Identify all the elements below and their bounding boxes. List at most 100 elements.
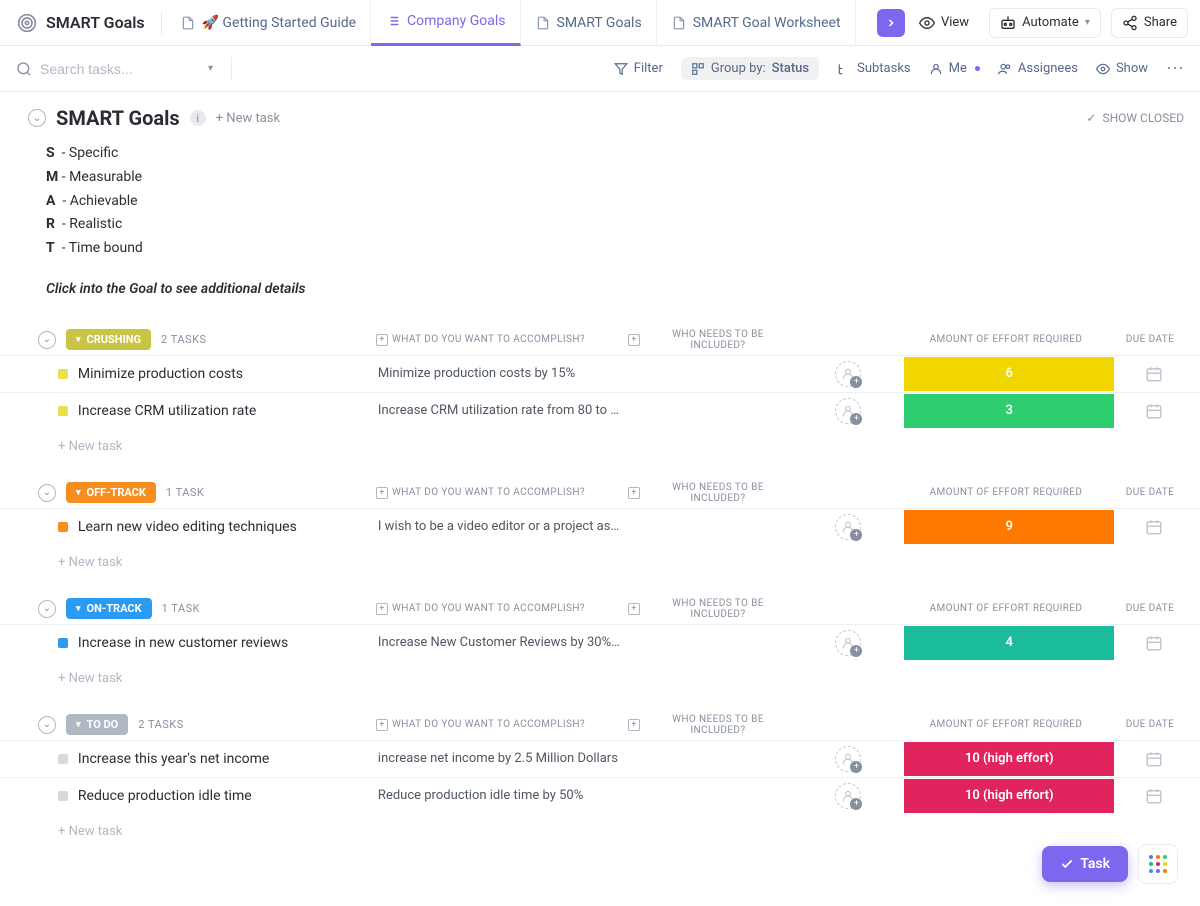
effort-cell[interactable]: 3	[904, 394, 1114, 428]
column-header-accomplish[interactable]: +WHAT DO YOU WANT TO ACCOMPLISH?	[376, 487, 620, 499]
effort-cell[interactable]: 4	[904, 626, 1114, 660]
status-indicator[interactable]	[58, 522, 68, 532]
due-date-cell[interactable]	[1124, 634, 1184, 652]
add-assignee-button[interactable]: +	[835, 361, 861, 387]
assignee-cell[interactable]: +	[803, 361, 894, 387]
assignee-cell[interactable]: +	[803, 746, 894, 772]
column-header-effort[interactable]: AMOUNT OF EFFORT REQUIRED	[900, 603, 1112, 614]
show-button[interactable]: Show	[1096, 61, 1148, 76]
search-field[interactable]: ▾	[16, 61, 213, 77]
status-indicator[interactable]	[58, 369, 68, 379]
assignee-cell[interactable]: +	[803, 514, 894, 540]
new-task-fab[interactable]: Task	[1042, 846, 1128, 882]
due-date-cell[interactable]	[1124, 750, 1184, 768]
add-assignee-button[interactable]: +	[835, 630, 861, 656]
task-accomplish-cell[interactable]: I wish to be a video editor or a project…	[378, 519, 620, 534]
task-row[interactable]: Increase this year's net income increase …	[0, 740, 1200, 777]
column-header-accomplish[interactable]: +WHAT DO YOU WANT TO ACCOMPLISH?	[376, 334, 620, 346]
task-row[interactable]: Increase CRM utilization rate Increase CR…	[0, 392, 1200, 429]
task-name[interactable]: Reduce production idle time	[78, 788, 368, 804]
column-header-accomplish[interactable]: +WHAT DO YOU WANT TO ACCOMPLISH?	[376, 603, 620, 615]
assignee-cell[interactable]: +	[803, 398, 894, 424]
assignee-cell[interactable]: +	[803, 783, 894, 809]
collapse-group-button[interactable]: ⌄	[38, 484, 56, 502]
add-assignee-button[interactable]: +	[835, 783, 861, 809]
effort-cell[interactable]: 10 (high effort)	[904, 742, 1114, 776]
tab-company-goals[interactable]: Company Goals	[371, 0, 520, 46]
status-pill[interactable]: ▾TO DO	[66, 714, 128, 735]
tab-getting-started[interactable]: 🚀 Getting Started Guide	[166, 0, 371, 46]
status-pill[interactable]: ▾ON-TRACK	[66, 598, 152, 619]
column-header-included[interactable]: +WHO NEEDS TO BE INCLUDED?	[628, 714, 792, 736]
due-date-cell[interactable]	[1124, 518, 1184, 536]
task-accomplish-cell[interactable]: Increase CRM utilization rate from 80 to…	[378, 403, 620, 418]
column-header-due[interactable]: DUE DATE	[1120, 719, 1180, 730]
assignee-cell[interactable]: +	[803, 630, 894, 656]
add-assignee-button[interactable]: +	[835, 746, 861, 772]
task-accomplish-cell[interactable]: Reduce production idle time by 50%	[378, 788, 620, 803]
due-date-cell[interactable]	[1124, 787, 1184, 805]
group-by-button[interactable]: Group by: Status	[681, 57, 819, 80]
task-name[interactable]: Increase this year's net income	[78, 751, 368, 767]
due-date-cell[interactable]	[1124, 402, 1184, 420]
search-input[interactable]	[40, 61, 200, 77]
add-assignee-button[interactable]: +	[835, 514, 861, 540]
task-name[interactable]: Increase CRM utilization rate	[78, 403, 368, 419]
column-header-due[interactable]: DUE DATE	[1120, 487, 1180, 498]
add-task-inline[interactable]: + New task	[0, 814, 1200, 839]
effort-cell[interactable]: 9	[904, 510, 1114, 544]
status-pill[interactable]: ▾OFF-TRACK	[66, 482, 156, 503]
column-header-due[interactable]: DUE DATE	[1120, 603, 1180, 614]
effort-cell[interactable]: 10 (high effort)	[904, 779, 1114, 813]
add-task-inline[interactable]: + New task	[0, 429, 1200, 454]
column-header-effort[interactable]: AMOUNT OF EFFORT REQUIRED	[900, 719, 1112, 730]
task-accomplish-cell[interactable]: Increase New Customer Reviews by 30% Yea…	[378, 635, 620, 650]
info-icon[interactable]: i	[190, 110, 206, 126]
apps-fab[interactable]	[1138, 844, 1178, 884]
column-header-effort[interactable]: AMOUNT OF EFFORT REQUIRED	[900, 487, 1112, 498]
due-date-cell[interactable]	[1124, 365, 1184, 383]
automate-button[interactable]: Automate ▾	[989, 8, 1101, 38]
add-assignee-button[interactable]: +	[835, 398, 861, 424]
add-task-inline[interactable]: + New task	[0, 545, 1200, 570]
collapse-group-button[interactable]: ⌄	[38, 716, 56, 734]
status-indicator[interactable]	[58, 406, 68, 416]
collapse-group-button[interactable]: ⌄	[38, 331, 56, 349]
status-indicator[interactable]	[58, 754, 68, 764]
tab-goal-effort[interactable]: Goal Effort	[856, 0, 869, 46]
task-name[interactable]: Increase in new customer reviews	[78, 635, 368, 651]
add-task-inline[interactable]: + New task	[0, 661, 1200, 686]
more-options-button[interactable]: ⋯	[1166, 58, 1184, 79]
tab-smart-goals[interactable]: SMART Goals	[521, 0, 657, 46]
column-header-included[interactable]: +WHO NEEDS TO BE INCLUDED?	[628, 329, 792, 351]
task-accomplish-cell[interactable]: increase net income by 2.5 Million Dolla…	[378, 751, 620, 766]
task-row[interactable]: Increase in new customer reviews Increase…	[0, 624, 1200, 661]
task-row[interactable]: Reduce production idle time Reduce produc…	[0, 777, 1200, 814]
assignees-button[interactable]: Assignees	[998, 61, 1078, 76]
search-chevron-icon[interactable]: ▾	[208, 63, 213, 74]
column-header-included[interactable]: +WHO NEEDS TO BE INCLUDED?	[628, 598, 792, 620]
view-button[interactable]: View	[909, 9, 979, 37]
scroll-tabs-right-button[interactable]	[877, 9, 905, 37]
column-header-due[interactable]: DUE DATE	[1120, 334, 1180, 345]
show-closed-button[interactable]: ✓ SHOW CLOSED	[1086, 111, 1184, 125]
task-name[interactable]: Minimize production costs	[78, 366, 368, 382]
column-header-accomplish[interactable]: +WHAT DO YOU WANT TO ACCOMPLISH?	[376, 719, 620, 731]
task-row[interactable]: Minimize production costs Minimize produc…	[0, 355, 1200, 392]
collapse-section-button[interactable]: ⌄	[28, 109, 46, 127]
tab-smart-goal-worksheet[interactable]: SMART Goal Worksheet	[657, 0, 856, 46]
column-header-included[interactable]: +WHO NEEDS TO BE INCLUDED?	[628, 482, 792, 504]
status-pill[interactable]: ▾CRUSHING	[66, 329, 151, 350]
share-button[interactable]: Share	[1111, 8, 1188, 38]
subtasks-button[interactable]: Subtasks	[837, 61, 911, 76]
collapse-group-button[interactable]: ⌄	[38, 600, 56, 618]
task-accomplish-cell[interactable]: Minimize production costs by 15%	[378, 366, 620, 381]
filter-button[interactable]: Filter	[614, 61, 663, 76]
column-header-effort[interactable]: AMOUNT OF EFFORT REQUIRED	[900, 334, 1112, 345]
new-task-link[interactable]: + New task	[216, 111, 280, 126]
status-indicator[interactable]	[58, 791, 68, 801]
task-row[interactable]: Learn new video editing techniquesI wish…	[0, 508, 1200, 545]
status-indicator[interactable]	[58, 638, 68, 648]
effort-cell[interactable]: 6	[904, 357, 1114, 391]
me-button[interactable]: Me	[929, 61, 980, 76]
